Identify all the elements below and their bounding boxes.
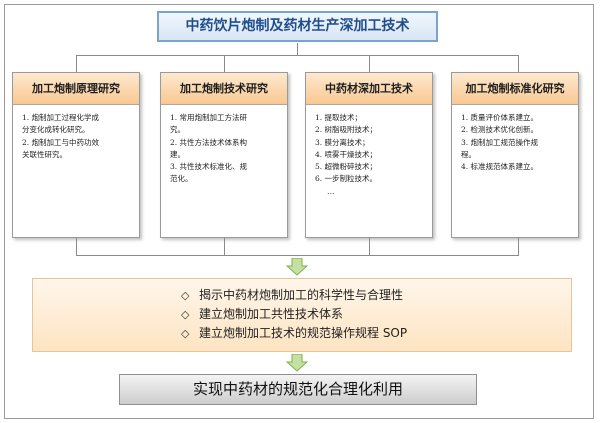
list-item: 1. 提取技术； xyxy=(315,113,363,122)
list-item: 1. 质量评价体系建立。 xyxy=(461,113,539,122)
list-item: 3. 共性技术标准化、规 xyxy=(170,162,248,172)
column-body: 1. 常用炮制加工方法研 究。 2. 共性方法技术体系构 建。 3. 共性技术标… xyxy=(161,105,287,186)
list-item: 范化。 xyxy=(170,174,193,184)
diagram-title: 中药饮片炮制及药材生产深加工技术 xyxy=(157,11,438,42)
drop-3 xyxy=(369,55,370,72)
diamond-bullet-icon: ◇ xyxy=(181,308,190,321)
list-item: 2. 共性方法技术体系构 xyxy=(170,137,248,147)
list-item: 1. 炮制加工过程化学成 xyxy=(22,113,100,122)
drop-2 xyxy=(224,55,225,72)
goals-box: ◇ 揭示中药材炮制加工的科学性与合理性 ◇ 建立炮制加工共性技术体系 ◇ 建立炮制加工… xyxy=(32,278,572,352)
column-standardization: 加工炮制标准化研究 1. 质量评价体系建立。 2. 检测技术优化创新。 3. 炮… xyxy=(451,72,579,238)
title-stem xyxy=(297,43,298,55)
list-item: 2. 树脂吸附技术； xyxy=(315,125,378,135)
down-arrow-icon xyxy=(286,354,308,372)
list-item: 6. 一步制粒技术。 xyxy=(315,174,378,184)
column-header: 加工炮制原理研究 xyxy=(13,73,139,105)
result-box: 实现中药材的规范化合理化利用 xyxy=(119,374,477,405)
column-deep-processing: 中药材深加工技术 1. 提取技术； 2. 树脂吸附技术； 3. 膜分离技术； 4… xyxy=(305,72,433,238)
rise-1 xyxy=(76,238,77,255)
diamond-bullet-icon: ◇ xyxy=(181,327,190,340)
down-arrow-icon xyxy=(286,258,308,276)
goal-text: 建立炮制加工技术的规范操作规程 SOP xyxy=(199,326,408,340)
rise-3 xyxy=(369,238,370,255)
goal-item: ◇ 建立炮制加工共性技术体系 xyxy=(181,305,571,324)
top-bus xyxy=(76,55,519,56)
column-principle: 加工炮制原理研究 1. 炮制加工过程化学成 分变化成转化研究。 2. 炮制加工与… xyxy=(12,72,140,238)
column-header: 加工炮制技术研究 xyxy=(161,73,287,105)
column-body: 1. 质量评价体系建立。 2. 检测技术优化创新。 3. 炮制加工规范操作规 程… xyxy=(452,105,578,173)
list-item: 究。 xyxy=(170,125,185,135)
diamond-bullet-icon: ◇ xyxy=(181,289,190,302)
rise-4 xyxy=(518,238,519,255)
list-item: 4. 喷雾干燥技术； xyxy=(315,149,378,159)
list-item: 建。 xyxy=(170,149,185,159)
column-technique: 加工炮制技术研究 1. 常用炮制加工方法研 究。 2. 共性方法技术体系构 建。… xyxy=(160,72,288,238)
goal-text: 建立炮制加工共性技术体系 xyxy=(199,307,344,321)
list-item: 2. 检测技术优化创新。 xyxy=(461,125,539,135)
list-item: 3. 膜分离技术； xyxy=(315,137,370,147)
goal-text: 揭示中药材炮制加工的科学性与合理性 xyxy=(199,288,404,302)
column-body: 1. 炮制加工过程化学成 分变化成转化研究。 2. 炮制加工与中药功效 关联性研… xyxy=(13,105,139,161)
column-header: 加工炮制标准化研究 xyxy=(452,73,578,105)
drop-4 xyxy=(518,55,519,72)
drop-1 xyxy=(76,55,77,72)
goal-item: ◇ 揭示中药材炮制加工的科学性与合理性 xyxy=(181,286,571,305)
list-item: … xyxy=(327,186,335,196)
rise-2 xyxy=(224,238,225,255)
list-item: 4. 标准规范体系建立。 xyxy=(461,162,539,172)
list-item: 关联性研究。 xyxy=(22,149,67,159)
goal-item: ◇ 建立炮制加工技术的规范操作规程 SOP xyxy=(181,324,571,343)
column-header: 中药材深加工技术 xyxy=(306,73,432,105)
bottom-bus xyxy=(76,255,519,256)
list-item: 5. 超微粉碎技术； xyxy=(315,162,378,172)
column-body: 1. 提取技术； 2. 树脂吸附技术； 3. 膜分离技术； 4. 喷雾干燥技术；… xyxy=(306,105,432,198)
list-item: 分变化成转化研究。 xyxy=(22,125,90,135)
list-item: 2. 炮制加工与中药功效 xyxy=(22,137,100,147)
list-item: 3. 炮制加工规范操作规 xyxy=(461,137,539,147)
list-item: 程。 xyxy=(461,149,476,159)
list-item: 1. 常用炮制加工方法研 xyxy=(170,113,248,122)
